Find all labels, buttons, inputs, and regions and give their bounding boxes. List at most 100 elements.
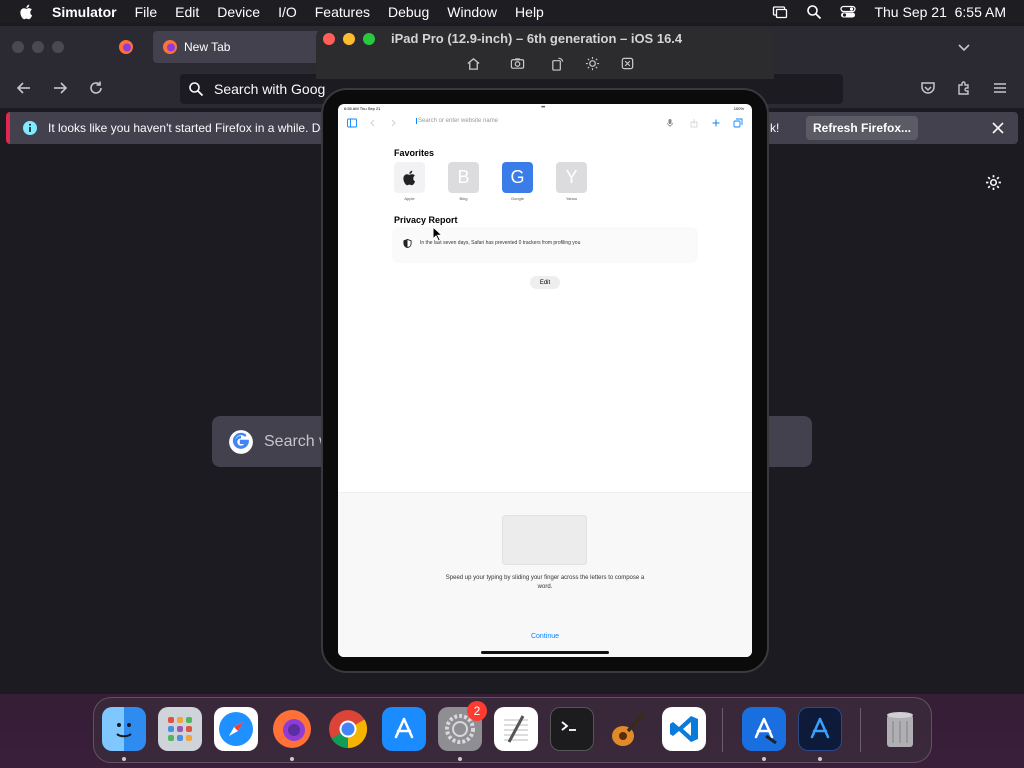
menu-edit[interactable]: Edit (175, 4, 199, 20)
shield-icon (403, 239, 412, 248)
ff-minimize-button[interactable] (32, 41, 44, 53)
dock-running-indicator (818, 757, 822, 761)
mouse-pointer-icon (432, 226, 444, 242)
back-icon[interactable] (368, 118, 378, 128)
firefox-icon (163, 40, 177, 54)
favorite-label-yahoo: Yahoo (565, 196, 578, 201)
menu-window[interactable]: Window (447, 4, 497, 20)
menu-debug[interactable]: Debug (388, 4, 429, 20)
menu-help[interactable]: Help (515, 4, 544, 20)
share-icon[interactable] (689, 118, 699, 128)
tab-title: New Tab (184, 40, 231, 54)
control-center-icon[interactable] (840, 4, 857, 20)
menu-device[interactable]: Device (217, 4, 260, 20)
firefox-pinned-tab-icon[interactable] (118, 39, 134, 55)
status-time: 6:55 AM Thu Sep 21 (344, 106, 381, 111)
hamburger-menu-icon[interactable] (992, 80, 1008, 96)
terminal-icon[interactable] (550, 707, 594, 751)
vscode-logo-icon (670, 716, 698, 742)
back-arrow-icon[interactable] (16, 80, 32, 96)
menu-app-simulator[interactable]: Simulator (52, 4, 117, 20)
launchpad-grid-icon (168, 717, 192, 741)
textedit-icon[interactable] (494, 707, 538, 751)
sim-minimize-button[interactable] (343, 33, 355, 45)
trash-icon[interactable] (878, 707, 922, 751)
favorite-bing[interactable]: B (448, 162, 479, 193)
dock-running-indicator (762, 757, 766, 761)
ipad-status-bar: 6:55 AM Thu Sep 21 ••• 100% (338, 104, 752, 114)
safari-address-field[interactable]: Search or enter website name (416, 118, 498, 124)
ff-zoom-button[interactable] (52, 41, 64, 53)
google-logo-icon (229, 429, 253, 454)
dock-separator-trash (860, 708, 861, 752)
gear-icon[interactable] (985, 174, 1002, 191)
screen-mirroring-icon[interactable] (772, 4, 788, 20)
xcode-icon[interactable] (742, 707, 786, 751)
safari-icon[interactable] (214, 707, 258, 751)
terminal-prompt-icon (561, 721, 576, 731)
dock-running-indicator (290, 757, 294, 761)
spotlight-search-icon[interactable] (806, 4, 822, 20)
menu-bar: Simulator File Edit Device I/O Features … (0, 0, 1024, 23)
chevron-down-icon[interactable] (956, 39, 972, 55)
apple-icon[interactable] (18, 3, 36, 21)
vscode-icon[interactable] (662, 707, 706, 751)
launchpad-icon[interactable] (158, 707, 202, 751)
menu-file[interactable]: File (135, 4, 158, 20)
trash-can-icon (887, 712, 913, 747)
safari-toolbar: Search or enter website name (338, 114, 752, 132)
instruments-icon[interactable] (798, 707, 842, 751)
menu-bar-clock[interactable]: Thu Sep 21 6:55 AM (874, 4, 1006, 20)
ipad-screen: 6:55 AM Thu Sep 21 ••• 100% Search or en… (338, 104, 752, 657)
refresh-firefox-button[interactable]: Refresh Firefox... (806, 116, 918, 140)
favorite-label-google: Google (511, 196, 524, 201)
tab-new-tab[interactable]: New Tab (153, 31, 323, 63)
firefox-icon[interactable] (270, 707, 314, 751)
slide-to-type-tip: Speed up your typing by sliding your fin… (445, 575, 645, 590)
edit-button[interactable]: Edit (530, 276, 560, 289)
ff-close-button[interactable] (12, 41, 24, 53)
favorite-apple[interactable] (394, 162, 425, 193)
sim-close-button[interactable] (323, 33, 335, 45)
tabs-overview-icon[interactable] (733, 118, 743, 128)
forward-arrow-icon[interactable] (52, 80, 68, 96)
chrome-icon[interactable] (326, 707, 370, 751)
keyboard-icon[interactable] (620, 56, 635, 71)
home-indicator[interactable] (481, 651, 609, 654)
favorite-label-apple: Apple (404, 196, 415, 201)
appearance-icon[interactable] (585, 56, 600, 71)
garageband-icon[interactable] (606, 707, 650, 751)
screenshot-icon[interactable] (510, 56, 525, 71)
reload-icon[interactable] (88, 80, 104, 96)
sim-zoom-button[interactable] (363, 33, 375, 45)
xcode-hammer-icon (754, 717, 777, 744)
rotate-icon[interactable] (550, 56, 565, 71)
favorite-label-bing: Bing (459, 196, 468, 201)
favorite-google[interactable]: G (502, 162, 533, 193)
dock-running-indicator (458, 757, 462, 761)
privacy-report-heading: Privacy Report (394, 215, 458, 225)
menu-io[interactable]: I/O (278, 4, 297, 20)
dock (93, 697, 932, 763)
textedit-page-icon (504, 715, 528, 743)
new-tab-plus-icon[interactable] (711, 118, 721, 128)
pocket-icon[interactable] (920, 80, 936, 96)
forward-icon[interactable] (388, 118, 398, 128)
privacy-report-text: In the last seven days, Safari has preve… (420, 240, 581, 246)
finder-icon[interactable] (102, 707, 146, 751)
continue-button[interactable]: Continue (338, 633, 752, 640)
menu-features[interactable]: Features (315, 4, 370, 20)
firefox-logo-icon (273, 710, 311, 748)
app-store-icon[interactable] (382, 707, 426, 751)
multitasking-dots-icon[interactable]: ••• (541, 105, 545, 111)
guitar-icon (612, 711, 646, 746)
home-icon[interactable] (466, 56, 481, 71)
extensions-icon[interactable] (956, 80, 972, 96)
sidebar-icon[interactable] (347, 118, 357, 128)
close-icon[interactable] (990, 120, 1006, 136)
favorite-yahoo[interactable]: Y (556, 162, 587, 193)
status-battery: 100% (733, 106, 744, 111)
chrome-logo-icon (329, 710, 368, 749)
microphone-icon[interactable] (665, 118, 675, 128)
notification-message-tail: k! (770, 121, 780, 135)
